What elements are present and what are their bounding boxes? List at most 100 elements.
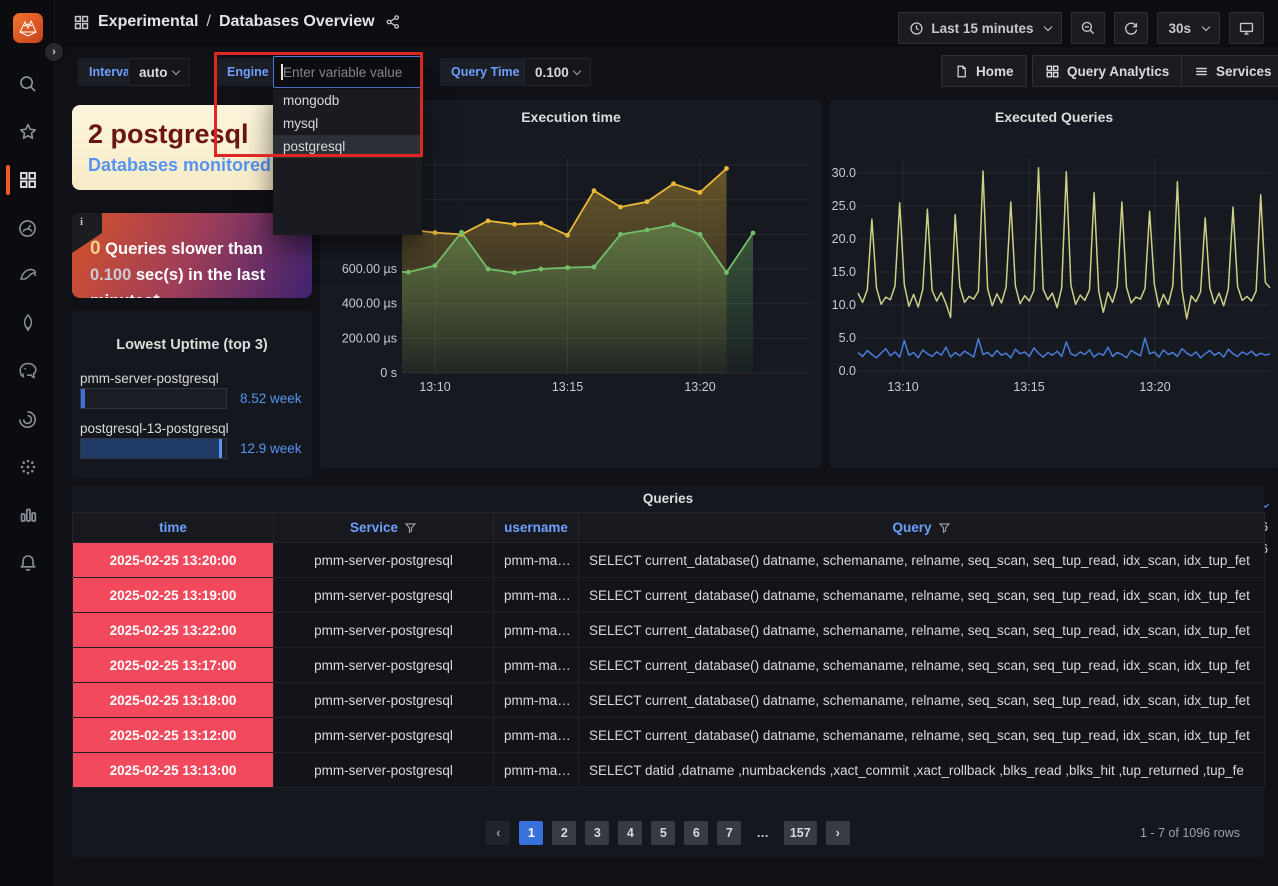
cell-service: pmm-server-postgresql [274, 613, 494, 648]
refresh-interval-select[interactable]: 30s [1157, 12, 1220, 44]
dashboards-grid-icon [73, 14, 90, 31]
gauge-icon [17, 218, 38, 239]
pagination-page-157[interactable]: 157 [784, 821, 817, 845]
cell-time: 2025-02-25 13:12:00 [73, 718, 274, 753]
engine-option-postgresql[interactable]: postgresql [273, 135, 422, 158]
sidebar-item-query-analytics[interactable] [0, 206, 55, 250]
time-range-label: Last 15 minutes [931, 21, 1033, 36]
executed-queries-chart[interactable]: 30.025.020.015.010.05.00.013:1013:1513:2… [830, 100, 1278, 468]
sidebar-item-charts[interactable] [0, 493, 55, 537]
table-row: 2025-02-25 13:18:00pmm-server-postgresql… [73, 683, 1265, 718]
refresh-button[interactable] [1114, 12, 1148, 44]
query-time-variable-label: Query Time [440, 58, 531, 86]
sidebar-expand-toggle[interactable]: › [43, 41, 65, 63]
cell-time: 2025-02-25 13:13:00 [73, 753, 274, 788]
engine-variable-input[interactable] [273, 56, 422, 88]
gauge-label: postgresql-13-postgresql [80, 421, 229, 436]
hamburger-icon [1194, 64, 1209, 79]
table-row: 2025-02-25 13:19:00pmm-server-postgresql… [73, 578, 1265, 613]
cell-time: 2025-02-25 13:22:00 [73, 613, 274, 648]
filter-icon[interactable] [938, 521, 951, 534]
engine-options-menu: mongodbmysqlpostgresql [273, 89, 422, 235]
svg-text:20.0: 20.0 [832, 232, 856, 246]
share-icon[interactable] [385, 14, 401, 30]
text-caret [281, 64, 283, 80]
time-range-picker[interactable]: Last 15 minutes [898, 12, 1062, 44]
home-button-label: Home [976, 64, 1014, 79]
svg-text:10.0: 10.0 [832, 298, 856, 312]
pagination-ellipsis[interactable]: … [750, 821, 775, 845]
cell-username: pmm-ma… [494, 648, 579, 683]
sidebar-item-mongodb[interactable] [0, 301, 55, 345]
star-icon [18, 122, 38, 142]
query-analytics-button-label: Query Analytics [1067, 64, 1169, 79]
cell-query: SELECT datid ,datname ,numbackends ,xact… [579, 753, 1265, 788]
pagination-page-3[interactable]: 3 [585, 821, 609, 845]
zoom-out-icon [1080, 20, 1096, 36]
engine-option-mongodb[interactable]: mongodb [273, 89, 422, 112]
dots-cluster-icon [18, 457, 38, 477]
pagination-next-button[interactable]: › [826, 821, 850, 845]
sidebar-item-starred[interactable] [0, 110, 55, 154]
column-header-username[interactable]: username [494, 513, 579, 543]
row-count-summary: 1 - 7 of 1096 rows [1140, 826, 1240, 840]
cell-username: pmm-ma… [494, 753, 579, 788]
pmm-logo[interactable] [13, 13, 43, 43]
cell-query: SELECT current_database() datname, schem… [579, 613, 1265, 648]
engine-option-mysql[interactable]: mysql [273, 112, 422, 135]
breadcrumb-page[interactable]: Databases Overview [219, 13, 375, 31]
svg-text:30.0: 30.0 [832, 166, 856, 180]
pagination-page-6[interactable]: 6 [684, 821, 708, 845]
cell-query: SELECT current_database() datname, schem… [579, 648, 1265, 683]
cell-time: 2025-02-25 13:20:00 [73, 543, 274, 578]
home-button[interactable]: Home [941, 55, 1027, 87]
pagination-page-7[interactable]: 7 [717, 821, 741, 845]
pagination-page-5[interactable]: 5 [651, 821, 675, 845]
svg-text:13:20: 13:20 [684, 380, 715, 394]
svg-text:13:10: 13:10 [887, 380, 918, 394]
svg-text:5.0: 5.0 [839, 331, 856, 345]
column-header-service[interactable]: Service [274, 513, 494, 543]
sidebar-item-mysql[interactable] [0, 253, 55, 297]
slow-queries-threshold: 0.100 [90, 266, 131, 284]
query-time-variable-value: 0.100 [535, 65, 569, 80]
cell-time: 2025-02-25 13:19:00 [73, 578, 274, 613]
gauge-track [80, 438, 227, 459]
sidebar-item-alerting[interactable] [0, 541, 55, 585]
engine-variable-label: Engine [216, 58, 280, 86]
interval-variable-select[interactable]: auto [128, 58, 190, 86]
pagination-page-4[interactable]: 4 [618, 821, 642, 845]
filter-icon[interactable] [404, 521, 417, 534]
queries-table: timeServiceusernameQuery 2025-02-25 13:2… [72, 512, 1265, 788]
panel-info-corner[interactable] [72, 213, 102, 233]
column-header-query[interactable]: Query [579, 513, 1265, 543]
pagination-prev-button[interactable]: ‹ [486, 821, 510, 845]
cell-username: pmm-ma… [494, 578, 579, 613]
sidebar-item-system[interactable] [0, 445, 55, 489]
sidebar-item-dashboards[interactable] [0, 158, 55, 202]
kiosk-mode-button[interactable] [1229, 12, 1264, 44]
sidebar-item-search[interactable] [0, 62, 55, 106]
breadcrumb-section[interactable]: Experimental [98, 13, 198, 31]
sidebar-item-proxysql[interactable] [0, 397, 55, 441]
cell-service: pmm-server-postgresql [274, 648, 494, 683]
column-header-time[interactable]: time [73, 513, 274, 543]
cell-service: pmm-server-postgresql [274, 578, 494, 613]
cell-time: 2025-02-25 13:18:00 [73, 683, 274, 718]
gauge-label: pmm-server-postgresql [80, 371, 219, 386]
mongodb-leaf-icon [18, 313, 38, 333]
svg-text:13:20: 13:20 [1139, 380, 1170, 394]
monitor-icon [1238, 20, 1255, 37]
sidebar-item-postgresql[interactable] [0, 349, 55, 393]
table-row: 2025-02-25 13:17:00pmm-server-postgresql… [73, 648, 1265, 683]
svg-text:13:15: 13:15 [552, 380, 583, 394]
svg-text:200.00 µs: 200.00 µs [342, 331, 397, 345]
pagination-page-1[interactable]: 1 [519, 821, 543, 845]
executed-queries-panel: Executed Queries 30.025.020.015.010.05.0… [830, 100, 1278, 468]
zoom-out-button[interactable] [1071, 12, 1105, 44]
query-analytics-button[interactable]: Query Analytics [1032, 55, 1182, 87]
services-button[interactable]: Services [1181, 55, 1278, 87]
query-time-variable-select[interactable]: 0.100 [524, 58, 591, 86]
pagination-page-2[interactable]: 2 [552, 821, 576, 845]
panel-title: Queries [72, 491, 1264, 506]
